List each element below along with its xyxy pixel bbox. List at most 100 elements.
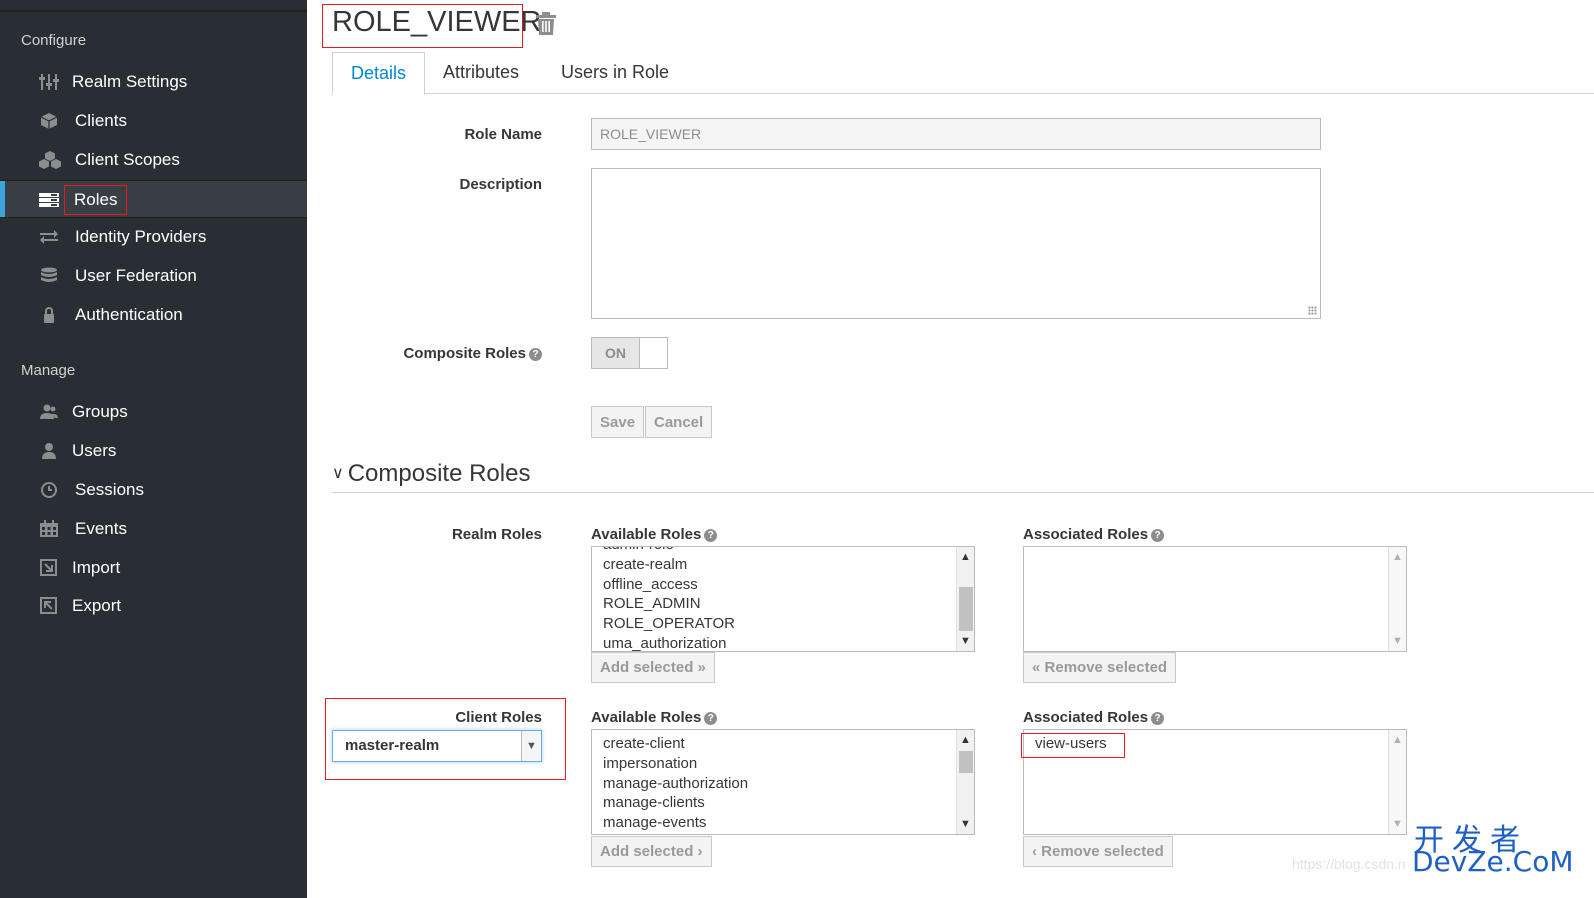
- list-item[interactable]: manage-authorization: [603, 774, 748, 794]
- help-icon[interactable]: ?: [1151, 529, 1165, 542]
- list-item[interactable]: impersonation: [603, 754, 748, 774]
- sidebar-item-roles[interactable]: Roles: [0, 180, 307, 218]
- realm-associated-roles-list[interactable]: ▲ ▼: [1023, 546, 1407, 652]
- list-icon: [39, 193, 59, 207]
- sliders-icon: [39, 74, 59, 90]
- tab-details[interactable]: Details: [332, 52, 426, 95]
- sidebar-item-label: Authentication: [75, 305, 183, 324]
- help-icon[interactable]: ?: [704, 712, 718, 725]
- realm-add-selected-button[interactable]: Add selected »: [591, 652, 715, 683]
- scroll-thumb[interactable]: [959, 751, 973, 773]
- tab-attributes[interactable]: Attributes: [425, 52, 537, 94]
- list-item[interactable]: admin-role: [603, 547, 735, 555]
- add-selected-label: Add selected: [600, 659, 694, 676]
- sidebar: Configure Realm Settings Clients Client …: [0, 0, 307, 898]
- sidebar-item-label: Client Scopes: [75, 150, 180, 169]
- list-item[interactable]: offline_access: [603, 575, 735, 595]
- client-roles-label: Client Roles: [455, 709, 542, 726]
- scrollbar[interactable]: ▲ ▼: [956, 547, 974, 651]
- scroll-down-icon[interactable]: ▼: [1389, 633, 1406, 649]
- double-chevron-right-icon: »: [697, 659, 706, 676]
- sidebar-top-divider: [0, 10, 307, 12]
- sidebar-item-import[interactable]: Import: [0, 549, 307, 587]
- chevron-right-icon: ›: [697, 843, 703, 860]
- scroll-up-icon[interactable]: ▲: [957, 549, 974, 565]
- sidebar-heading-manage: Manage: [21, 362, 76, 379]
- toggle-on-label: ON: [592, 338, 640, 368]
- realm-associated-roles-label: Associated Roles?: [1023, 526, 1165, 543]
- list-item[interactable]: manage-events: [603, 813, 748, 833]
- client-available-roles-label: Available Roles?: [591, 709, 718, 726]
- scroll-thumb[interactable]: [959, 587, 973, 631]
- help-icon[interactable]: ?: [1151, 712, 1165, 725]
- users-icon: [40, 404, 58, 419]
- list-item[interactable]: create-client: [603, 734, 748, 754]
- realm-roles-label: Realm Roles: [451, 526, 542, 543]
- client-remove-selected-button[interactable]: ‹ Remove selected: [1023, 836, 1173, 867]
- composite-roles-label-text: Composite Roles: [403, 345, 526, 362]
- chevron-down-icon[interactable]: ▼: [521, 731, 541, 761]
- list-item[interactable]: create-realm: [603, 555, 735, 575]
- sidebar-item-users[interactable]: Users: [0, 432, 307, 470]
- resize-handle-icon[interactable]: [1308, 306, 1317, 315]
- sidebar-item-groups[interactable]: Groups: [0, 393, 307, 431]
- user-icon: [42, 443, 56, 459]
- available-label-text: Available Roles: [591, 709, 702, 726]
- section-divider: [332, 492, 1594, 493]
- list-item[interactable]: manage-clients: [603, 793, 748, 813]
- composite-roles-toggle[interactable]: ON: [591, 337, 668, 369]
- sidebar-item-label: Sessions: [75, 480, 144, 499]
- sidebar-item-events[interactable]: Events: [0, 510, 307, 548]
- scrollbar[interactable]: ▲ ▼: [1388, 730, 1406, 834]
- scroll-up-icon[interactable]: ▲: [1389, 732, 1406, 748]
- sidebar-item-label: Identity Providers: [75, 227, 207, 246]
- list-item[interactable]: ROLE_OPERATOR: [603, 614, 735, 634]
- add-selected-label: Add selected: [600, 843, 694, 860]
- help-icon[interactable]: ?: [529, 348, 542, 361]
- chevron-left-icon: ‹: [1032, 843, 1037, 860]
- sidebar-item-authentication[interactable]: Authentication: [0, 296, 307, 334]
- role-name-input[interactable]: ROLE_VIEWER: [591, 118, 1321, 150]
- lock-icon: [44, 307, 54, 323]
- sidebar-item-label: Realm Settings: [72, 72, 188, 91]
- description-label: Description: [459, 176, 542, 193]
- scroll-down-icon[interactable]: ▼: [957, 816, 974, 832]
- client-available-roles-list[interactable]: create-client impersonation manage-autho…: [591, 729, 975, 835]
- sidebar-item-clients[interactable]: Clients: [0, 102, 307, 140]
- role-name-label: Role Name: [464, 126, 542, 143]
- composite-section-title: Composite Roles: [347, 460, 531, 487]
- remove-selected-label: Remove selected: [1041, 843, 1164, 860]
- sidebar-item-client-scopes[interactable]: Client Scopes: [0, 141, 307, 179]
- list-item[interactable]: ROLE_ADMIN: [603, 594, 735, 614]
- client-select-value: master-realm: [345, 737, 440, 754]
- scroll-down-icon[interactable]: ▼: [957, 633, 974, 649]
- scroll-up-icon[interactable]: ▲: [957, 732, 974, 748]
- list-item[interactable]: uma_authorization: [603, 634, 735, 651]
- sidebar-item-export[interactable]: Export: [0, 587, 307, 625]
- composite-roles-label: Composite Roles?: [403, 345, 542, 362]
- realm-remove-selected-button[interactable]: « Remove selected: [1023, 652, 1177, 683]
- save-button[interactable]: Save: [591, 406, 645, 438]
- client-add-selected-button[interactable]: Add selected ›: [591, 836, 712, 867]
- realm-available-roles-list[interactable]: admin-role create-realm offline_access R…: [591, 546, 975, 652]
- sidebar-item-realm-settings[interactable]: Realm Settings: [0, 63, 307, 101]
- tab-users-in-role[interactable]: Users in Role: [543, 52, 687, 94]
- scrollbar[interactable]: ▲ ▼: [1388, 547, 1406, 651]
- client-select[interactable]: master-realm ▼: [332, 730, 542, 762]
- sidebar-item-label: Export: [72, 596, 122, 615]
- double-chevron-left-icon: «: [1032, 659, 1041, 676]
- sidebar-item-user-federation[interactable]: User Federation: [0, 257, 307, 295]
- sidebar-item-sessions[interactable]: Sessions: [0, 471, 307, 509]
- scroll-up-icon[interactable]: ▲: [1389, 549, 1406, 565]
- scrollbar[interactable]: ▲ ▼: [956, 730, 974, 834]
- cancel-button[interactable]: Cancel: [645, 406, 713, 438]
- sidebar-item-identity-providers[interactable]: Identity Providers: [0, 218, 307, 256]
- scroll-down-icon[interactable]: ▼: [1389, 816, 1406, 832]
- description-textarea[interactable]: [591, 168, 1321, 319]
- view-users-highlight: [1021, 733, 1125, 758]
- trash-icon[interactable]: [535, 12, 557, 36]
- sidebar-item-label: User Federation: [75, 266, 197, 285]
- composite-section-header[interactable]: ∨ Composite Roles: [332, 460, 530, 488]
- clock-icon: [41, 482, 57, 498]
- help-icon[interactable]: ?: [704, 529, 718, 542]
